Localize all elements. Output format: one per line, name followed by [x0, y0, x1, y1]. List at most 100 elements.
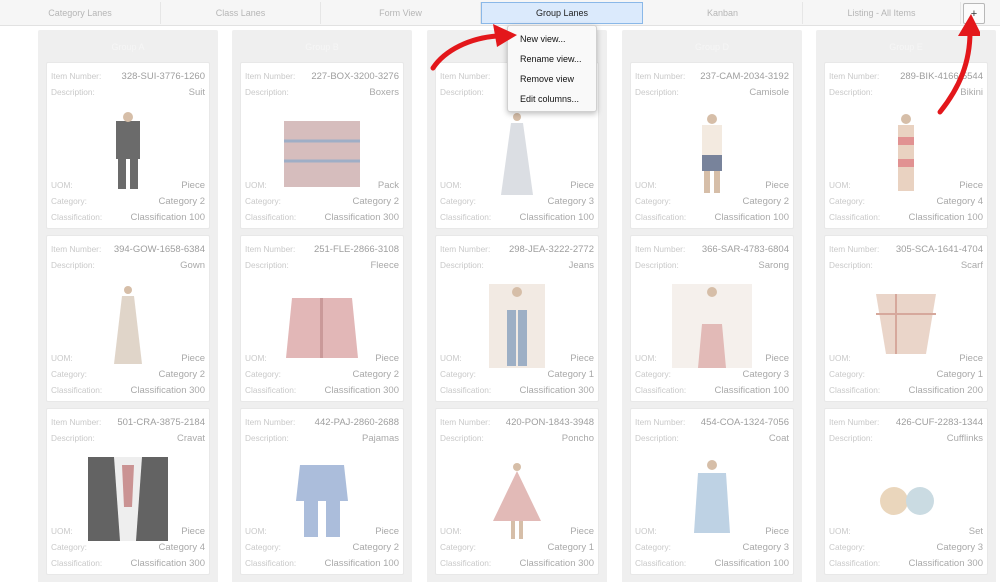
field-label: UOM: [829, 180, 851, 190]
field-row: UOM: Piece [245, 523, 399, 539]
field-label: UOM: [440, 180, 462, 190]
field-row: Category: Category 1 [440, 366, 594, 382]
field-row: Category: Category 2 [245, 366, 399, 382]
field-value: Piece [570, 352, 594, 364]
item-card[interactable]: Item Number: 394-GOW-1658-6384 Description… [46, 235, 210, 402]
field-row: UOM: Piece [829, 177, 983, 193]
field-row: Category: Category 2 [245, 193, 399, 209]
field-value: Piece [181, 352, 205, 364]
field-label: Description: [829, 260, 873, 270]
item-card[interactable]: Item Number: 442-PAJ-2860-2688 Description… [240, 408, 404, 575]
field-label: Description: [245, 260, 289, 270]
item-card[interactable]: Item Number: 328-SUI-3776-1260 Description… [46, 62, 210, 229]
field-label: UOM: [440, 526, 462, 536]
field-label: UOM: [51, 526, 73, 536]
field-row: Item Number: 366-SAR-4783-6804 [635, 241, 789, 257]
card-footer: UOM: Piece Category: Category 4 Classificati… [829, 177, 983, 225]
tab-label: Form View [379, 8, 422, 18]
item-card[interactable]: Item Number: 454-COA-1324-7056 Description… [630, 408, 794, 575]
field-row: Item Number: 237-CAM-2034-3192 [635, 68, 789, 84]
field-row: UOM: Piece [245, 350, 399, 366]
field-value: Classification 100 [714, 557, 789, 569]
field-row: UOM: Piece [51, 177, 205, 193]
field-label: Category: [245, 369, 281, 379]
item-card[interactable]: Item Number: 420-PON-1843-3948 Description… [435, 408, 599, 575]
lane-header: Group B [305, 42, 339, 52]
field-value: Set [968, 525, 983, 537]
tab-kanban[interactable]: Kanban [643, 2, 803, 24]
field-value: Category 2 [742, 195, 789, 207]
field-label: Item Number: [245, 417, 296, 427]
card-footer: UOM: Pack Category: Category 2 Classificatio… [245, 177, 399, 225]
field-value: Category 3 [547, 195, 594, 207]
field-value: Classification 100 [324, 557, 399, 569]
item-card[interactable]: Item Number: 305-SCA-1641-4704 Description… [824, 235, 988, 402]
field-value: Category 3 [936, 541, 983, 553]
field-label: Description: [245, 87, 289, 97]
field-value: Category 1 [547, 368, 594, 380]
field-label: UOM: [829, 526, 851, 536]
field-label: UOM: [245, 526, 267, 536]
field-label: Item Number: [51, 244, 102, 254]
field-row: UOM: Piece [635, 523, 789, 539]
card-footer: UOM: Piece Category: Category 2 Classificati… [51, 350, 205, 398]
field-label: UOM: [829, 353, 851, 363]
field-value: Pajamas [362, 432, 399, 444]
field-row: Description: Camisole [635, 84, 789, 100]
field-value: Category 2 [158, 195, 205, 207]
field-value: Category 1 [936, 368, 983, 380]
field-label: UOM: [51, 353, 73, 363]
field-label: Classification: [829, 558, 881, 568]
tab-category-lanes[interactable]: Category Lanes [0, 2, 161, 24]
tab-label: Class Lanes [215, 8, 266, 18]
card-footer: UOM: Piece Category: Category 1 Classificati… [829, 350, 983, 398]
field-row: Classification: Classification 100 [635, 382, 789, 398]
menu-item-remove-view[interactable]: Remove view [508, 69, 596, 89]
field-label: Item Number: [829, 71, 880, 81]
lane-header: Group D [694, 42, 729, 52]
field-value: Classification 300 [519, 557, 594, 569]
field-label: Classification: [245, 385, 297, 395]
field-value: Poncho [561, 432, 594, 444]
item-card[interactable]: Item Number: 251-FLE-2866-3108 Description… [240, 235, 404, 402]
field-label: Category: [51, 369, 87, 379]
field-value: Piece [765, 352, 789, 364]
menu-item-rename-view[interactable]: Rename view... [508, 49, 596, 69]
field-row: Description: Fleece [245, 257, 399, 273]
item-card[interactable]: Item Number: 366-SAR-4783-6804 Description… [630, 235, 794, 402]
field-row: Classification: Classification 100 [51, 209, 205, 225]
field-row: Classification: Classification 300 [245, 209, 399, 225]
field-label: Item Number: [829, 417, 880, 427]
field-value: Classification 100 [519, 211, 594, 223]
field-row: Classification: Classification 100 [245, 555, 399, 571]
field-label: Item Number: [440, 417, 491, 427]
item-card[interactable]: Item Number: 237-CAM-2034-3192 Description… [630, 62, 794, 229]
field-row: Classification: Classification 300 [440, 382, 594, 398]
item-card[interactable]: Item Number: 227-BOX-3200-3276 Description… [240, 62, 404, 229]
field-label: Category: [440, 196, 476, 206]
field-value: Classification 300 [324, 211, 399, 223]
field-value: Gown [180, 259, 205, 271]
field-value: 328-SUI-3776-1260 [121, 70, 205, 82]
field-value: Category 4 [158, 541, 205, 553]
field-row: Description: Boxers [245, 84, 399, 100]
item-card[interactable]: Item Number: 501-CRA-3875-2184 Description… [46, 408, 210, 575]
card-footer: UOM: Piece Category: Category 3 Classificati… [440, 177, 594, 225]
item-card[interactable]: Item Number: 426-CUF-2283-1344 Description… [824, 408, 988, 575]
tab-label: Category Lanes [48, 8, 112, 18]
tab-class-lanes[interactable]: Class Lanes [161, 2, 321, 24]
field-value: 426-CUF-2283-1344 [895, 416, 983, 428]
card-footer: UOM: Piece Category: Category 3 Classificati… [635, 350, 789, 398]
field-label: Category: [635, 542, 671, 552]
item-card[interactable]: Item Number: 298-JEA-3222-2772 Description… [435, 235, 599, 402]
field-value: Category 3 [742, 541, 789, 553]
field-value: Classification 100 [714, 211, 789, 223]
field-row: Description: Coat [635, 430, 789, 446]
menu-item-new-view[interactable]: New view... [508, 29, 596, 49]
field-value: Fleece [370, 259, 399, 271]
menu-item-edit-columns[interactable]: Edit columns... [508, 89, 596, 109]
field-row: UOM: Piece [440, 523, 594, 539]
annotation-arrow-menu [430, 24, 517, 71]
field-label: Classification: [51, 558, 103, 568]
field-row: Classification: Classification 100 [635, 555, 789, 571]
